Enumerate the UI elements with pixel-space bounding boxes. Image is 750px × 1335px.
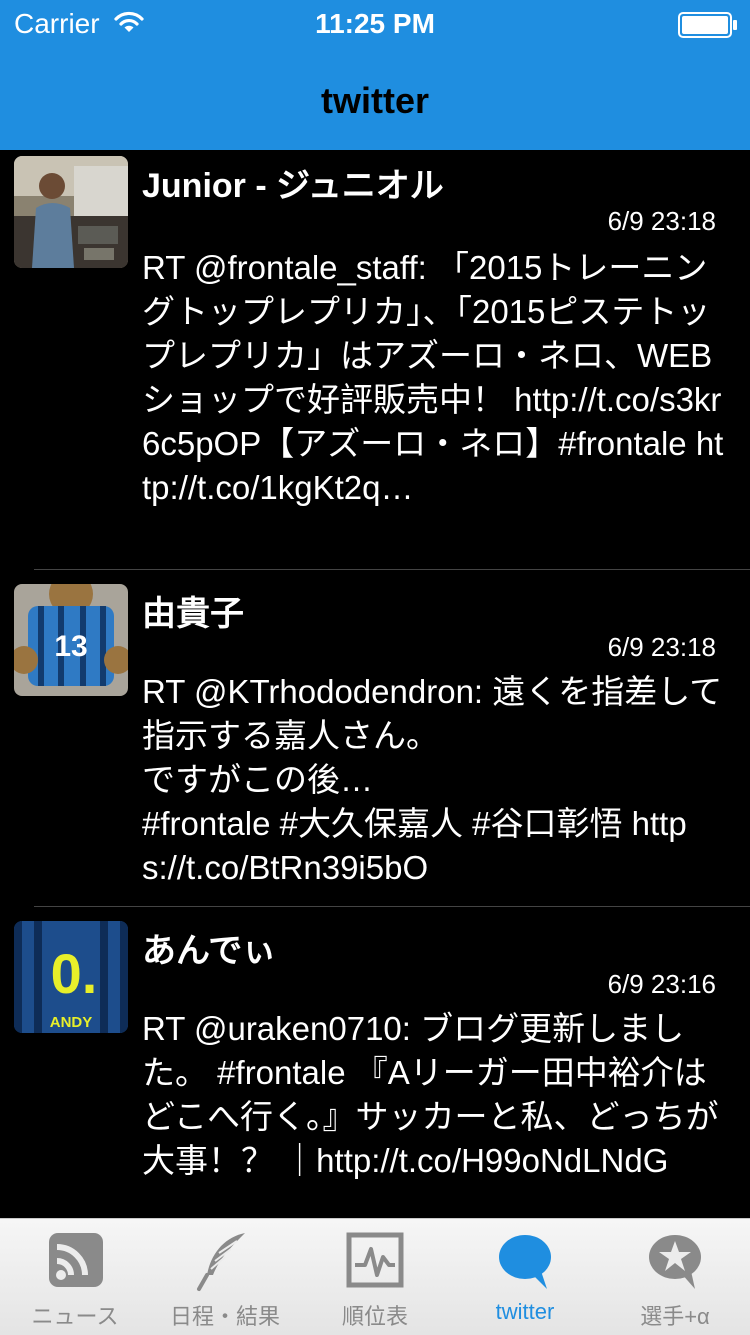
star-bubble-icon xyxy=(649,1235,701,1289)
tweet-timestamp: 6/9 23:18 xyxy=(607,206,716,236)
tab-news[interactable]: ニュース xyxy=(0,1219,150,1335)
clock-time: 11:25 PM xyxy=(315,8,435,39)
avatar[interactable]: 13 xyxy=(14,584,128,696)
page-title: twitter xyxy=(321,80,429,121)
speech-bubble-icon xyxy=(499,1235,551,1289)
tweet-list[interactable]: Junior - ジュニオル 6/9 23:18 RT @frontale_st… xyxy=(0,150,750,1218)
tweet-timestamp: 6/9 23:18 xyxy=(607,632,716,662)
avatar-photo-image xyxy=(14,156,128,268)
tab-label: 順位表 xyxy=(341,1304,408,1329)
tweet-author-name: 由貴子 xyxy=(142,595,244,633)
tab-twitter[interactable]: twitter xyxy=(450,1219,600,1335)
tweet-item[interactable]: Junior - ジュニオル 6/9 23:18 RT @frontale_st… xyxy=(0,150,750,570)
avatar[interactable]: 0. ANDY xyxy=(14,921,128,1033)
navigation-bar: twitter xyxy=(0,50,750,150)
tab-label: ニュース xyxy=(31,1304,119,1329)
tab-standings[interactable]: 順位表 xyxy=(300,1219,450,1335)
avatar[interactable] xyxy=(14,156,128,268)
tweet-text: RT @uraken0710: ブログ更新しました。 #frontale 『Aリ… xyxy=(142,1010,719,1179)
tab-schedule-results[interactable]: 日程・結果 xyxy=(150,1219,300,1335)
tab-label: twitter xyxy=(495,1299,555,1324)
avatar-number: 0. xyxy=(51,942,98,1005)
tweet-text: RT @KTrhododendron: 遠くを指差して指示する嘉人さん。 ですが… xyxy=(142,673,723,886)
tab-label: 日程・結果 xyxy=(169,1304,280,1329)
tweet-author-name: あんでぃ xyxy=(142,932,277,970)
tweet-author-name: Junior - ジュニオル xyxy=(142,167,444,205)
chart-icon xyxy=(346,1232,404,1288)
tweet-item[interactable]: 0. ANDY あんでぃ 6/9 23:16 RT @uraken0710: ブ… xyxy=(0,907,750,1218)
status-bar: Carrier 11:25 PM xyxy=(0,0,750,50)
tab-label: 選手+α xyxy=(640,1304,710,1329)
tab-bar: ニュース 日程・結果 順位表 twitter 選手+α xyxy=(0,1218,750,1335)
battery-icon xyxy=(678,12,737,38)
feather-icon xyxy=(197,1233,245,1291)
tweet-text: RT @frontale_staff: 「2015トレーニングトップレプリカ」、… xyxy=(142,249,724,506)
tweet-timestamp: 6/9 23:16 xyxy=(607,969,716,999)
avatar-bear-image: 13 xyxy=(14,584,128,696)
rss-icon xyxy=(49,1233,103,1287)
avatar-jersey-image: 0. ANDY xyxy=(14,921,128,1033)
avatar-caption: ANDY xyxy=(50,1014,93,1031)
avatar-number: 13 xyxy=(54,630,87,663)
tab-players[interactable]: 選手+α xyxy=(600,1219,750,1335)
tweet-item[interactable]: 13 由貴子 6/9 23:18 RT @KTrhododendron: 遠くを… xyxy=(0,570,750,907)
